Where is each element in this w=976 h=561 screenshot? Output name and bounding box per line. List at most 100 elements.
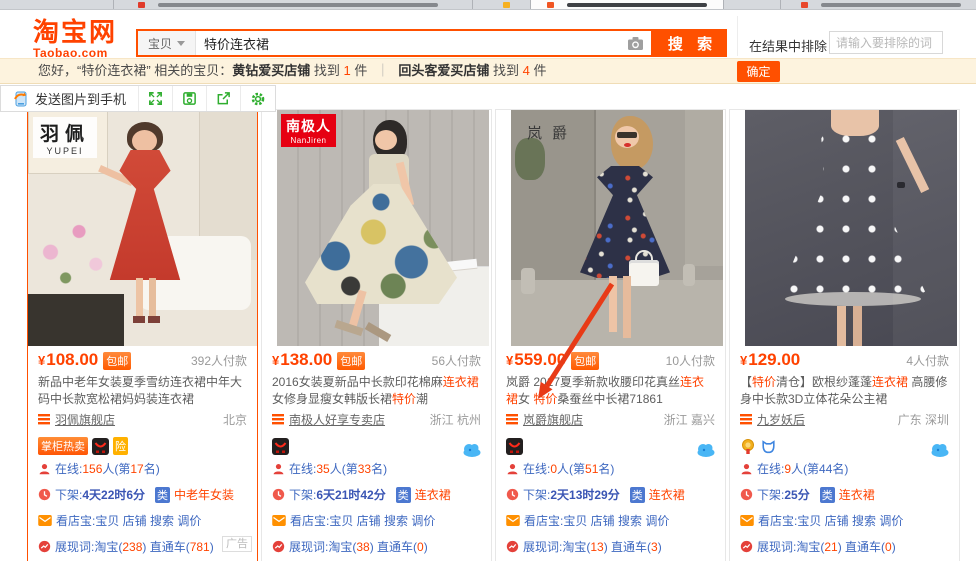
photo-shape [897,182,905,188]
shop-link[interactable]: 南极人好享专卖店 [289,411,385,428]
taobao-bag-icon[interactable] [92,438,109,455]
category-link[interactable]: 连衣裙 [839,486,875,503]
brand-label: 南极人 NanJiren [281,114,336,147]
photo-shape [136,278,143,318]
browser-tab[interactable] [113,0,472,9]
brand-label: 羽佩 YUPEI [33,117,97,158]
stat-text: 淘宝( [328,538,356,555]
impressions-row: 展现词:淘宝(238) 直通车(781) [38,538,247,555]
gear-icon [250,91,266,107]
browser-tab[interactable] [780,0,976,9]
stat-value: 3 [651,540,658,554]
stat-label: 看店宝: [56,512,95,529]
product-image[interactable]: 南极人 NanJiren [277,110,489,346]
cloud-icon[interactable] [930,441,950,457]
online-stat: 在线:0人(第51名) [506,460,715,477]
taobao-bag-icon[interactable] [506,438,523,455]
shop-link[interactable]: 羽佩旗舰店 [55,411,115,428]
envelope-icon [506,515,520,526]
stat-text: 名) [144,460,160,477]
tab-favicon [547,2,554,8]
stat-text: ) [210,540,214,554]
category-badge: 类 [155,487,170,503]
fullscreen-button[interactable] [139,86,173,111]
tab-title-smudge [567,3,707,7]
online-stat: 在线:9人(第44名) [740,460,949,477]
cloud-icon[interactable] [462,441,482,457]
browser-tab-strip [0,0,976,10]
search-category-dropdown[interactable]: 宝贝 [138,31,196,55]
buyers-count: 4人付款 [906,352,949,369]
confirm-button[interactable]: 确定 [737,61,780,82]
kandianbao-links[interactable]: 宝贝 店铺 搜索 调价 [797,512,903,529]
stat-label: 看店宝: [290,512,329,529]
send-to-phone-button[interactable]: 发送图片到手机 [1,86,139,111]
browser-tab-active[interactable] [530,0,723,9]
product-title[interactable]: 岚爵 2017夏季新款收腰印花真丝连衣裙女 特价桑蚕丝中长裙71861 [506,374,715,408]
stat-text: ) [424,540,428,554]
settings-button[interactable] [241,86,275,111]
notice-separator: ｜ [376,63,389,78]
photo-shape [511,280,723,346]
envelope-icon [272,515,286,526]
browser-tab[interactable] [472,0,530,9]
shop-row: 岚爵旗舰店 浙江 嘉兴 [506,411,715,427]
brand-label: 岚爵 [527,122,577,143]
product-image[interactable]: 羽佩 YUPEI [28,110,257,346]
free-shipping-badge: 包邮 [103,352,131,370]
category-link[interactable]: 连衣裙 [415,486,451,503]
exclude-input[interactable] [829,31,943,54]
camera-icon [627,36,644,51]
notice-unit2: 件 [530,63,547,78]
title-text: 岚爵 2017夏季新款收腰印花真丝 [506,375,680,389]
product-image[interactable] [745,110,957,346]
header: 淘宝网 Taobao.com 宝贝 搜 索 在结果中排除 [0,10,976,58]
shop-row: 羽佩旗舰店 北京 [38,411,247,427]
tab-favicon [503,2,510,8]
stat-value: 156 [82,462,102,476]
offshelf-stat: 下架:4天22时6分类中老年女装 [38,486,247,503]
photo-shape [149,278,156,318]
save-button[interactable] [173,86,207,111]
stat-label: 下架: [289,486,316,503]
title-highlight: 连衣裙 [443,375,479,389]
category-link[interactable]: 中老年女装 [174,486,234,503]
stat-value: 9 [784,462,791,476]
taobao-logo[interactable]: 淘宝网 Taobao.com [33,12,117,60]
product-title[interactable]: 【特价清仓】欧根纱蓬蓬连衣裙 高腰修身中长款3D立体花朵公主裙 [740,374,949,408]
notice-found2: 找到 [489,63,522,78]
image-search-button[interactable] [619,31,651,55]
free-shipping-badge: 包邮 [571,352,599,370]
shop-link[interactable]: 岚爵旗舰店 [523,411,583,428]
browser-tab[interactable] [723,0,780,9]
exclude-label: 在结果中排除 [749,36,827,55]
tab-favicon [138,2,145,8]
photo-shape [133,316,145,323]
kandianbao-links[interactable]: 宝贝 店铺 搜索 调价 [329,512,435,529]
search-input[interactable] [196,31,619,55]
cloud-icon[interactable] [696,441,716,457]
stat-value: 0 [417,540,424,554]
notice-shop1: 黄钻爱买店铺 [232,63,310,78]
kandianbao-links[interactable]: 宝贝 店铺 搜索 调价 [95,512,201,529]
price-row: ¥559.00 包邮 10人付款 [506,350,715,372]
category-link[interactable]: 连衣裙 [649,486,685,503]
product-image[interactable]: 岚爵 [511,110,723,346]
shop-location: 浙江 杭州 [430,411,481,428]
stat-value: 35 [316,462,329,476]
stat-text: ) [658,540,662,554]
stat-value: 13 [590,540,603,554]
shop-link[interactable]: 九岁妖后 [757,411,805,428]
share-button[interactable] [207,86,241,111]
stats-panel: 在线:9人(第44名) 下架:25分类连衣裙 看店宝:宝贝 店铺 搜索 调价 展… [740,460,949,561]
product-title[interactable]: 新品中老年女装夏季雪纺连衣裙中年大码中长款宽松裙妈妈装连衣裙 [38,374,247,408]
title-text: 新品中老年女装夏季雪纺连衣裙中年大码中长款宽松裙妈妈装连衣裙 [38,375,242,406]
product-title[interactable]: 2016女装夏新品中长款印花棉麻连衣裙女修身显瘦女韩版长裙特价潮 [272,374,481,408]
kandianbao-links[interactable]: 宝贝 店铺 搜索 调价 [563,512,669,529]
stat-rank: 17 [130,462,143,476]
search-button[interactable]: 搜 索 [653,29,727,57]
badges-row [272,437,481,455]
taobao-bag-icon[interactable] [272,438,289,455]
offshelf-time: 25分 [784,486,809,503]
stat-label: 在线: [55,460,82,477]
